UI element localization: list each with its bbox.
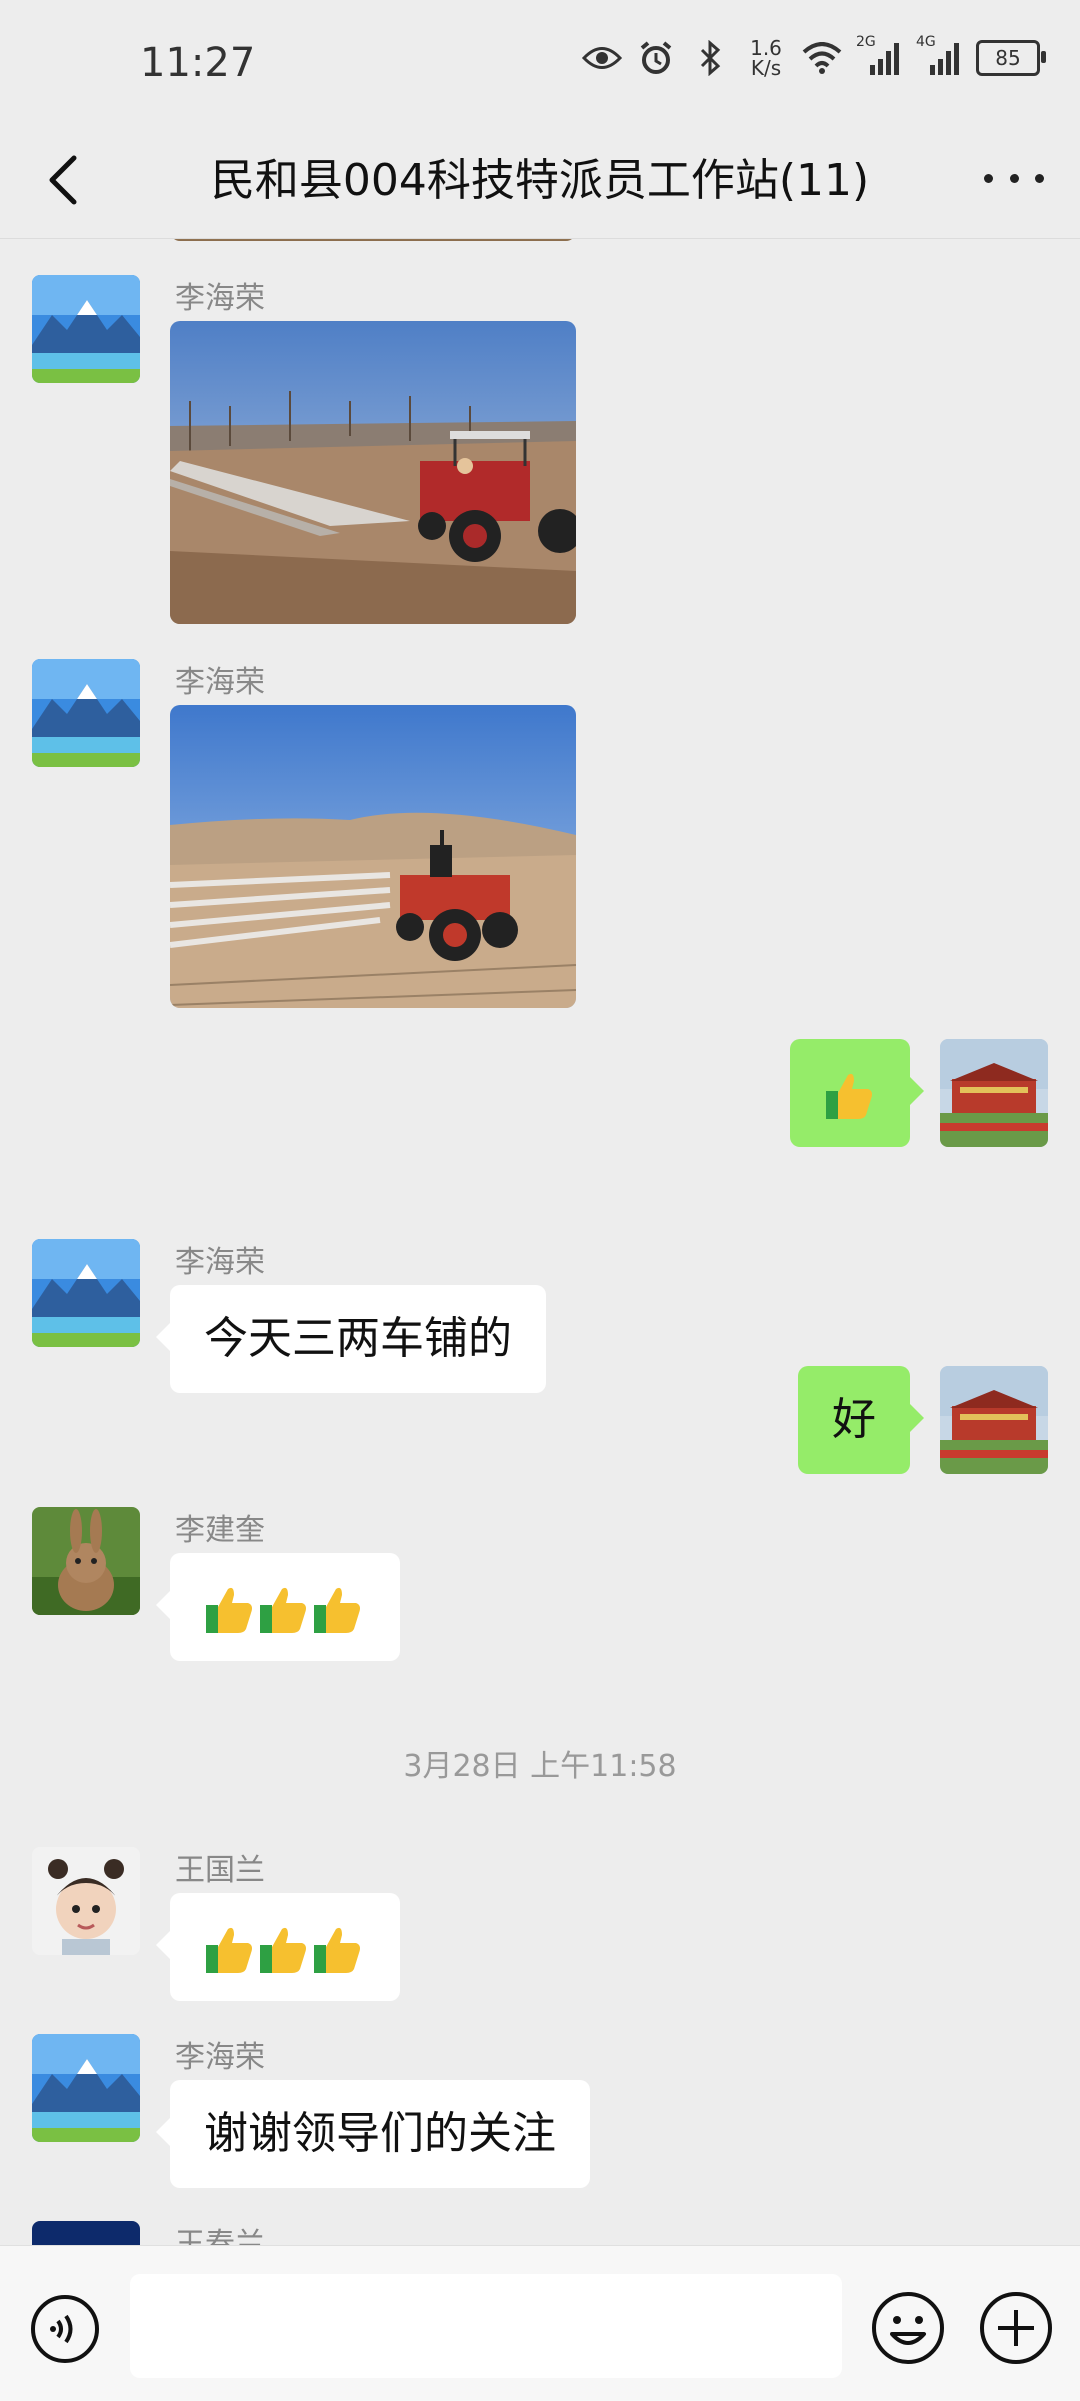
thumbs-up-icon <box>260 1927 306 1973</box>
input-bar <box>0 2245 1080 2401</box>
thumbs-up-icon <box>206 1587 252 1633</box>
text-message[interactable]: 今天三两车铺的 <box>156 1285 546 1393</box>
image-message[interactable] <box>170 705 576 1008</box>
status-time: 11:27 <box>140 40 256 86</box>
message-list[interactable]: 李海荣 李海荣 李海荣 今天三两车铺的 好 李建奎 3月28日 上午11:58 … <box>0 239 1080 2245</box>
sender-name: 李海荣 <box>175 665 265 700</box>
time-divider: 3月28日 上午11:58 <box>403 1749 677 1784</box>
dot-icon <box>1009 173 1019 183</box>
thumbs-up-icon <box>206 1927 252 1973</box>
my-emoji-bubble[interactable] <box>790 1039 924 1147</box>
more-functions-button[interactable] <box>978 2290 1054 2366</box>
plus-icon <box>980 2292 1052 2364</box>
sender-name: 李海荣 <box>175 1245 265 1280</box>
eye-icon <box>582 38 622 78</box>
voice-button[interactable] <box>30 2294 100 2364</box>
avatar-wangchunlan[interactable] <box>32 2221 140 2245</box>
chat-header: 民和县004科技特派员工作站(11) <box>0 130 1080 239</box>
dot-icon <box>1035 173 1044 183</box>
dot-icon <box>984 173 993 183</box>
sender-name: 李建奎 <box>175 1513 265 1548</box>
chevron-left-icon <box>49 155 77 205</box>
sender-name: 王春兰 <box>175 2227 265 2245</box>
more-options-button[interactable] <box>978 148 1050 208</box>
bluetooth-icon <box>690 38 730 78</box>
emoji-message[interactable] <box>156 1893 400 2001</box>
sender-name: 李海荣 <box>175 2040 265 2075</box>
avatar-lihairong[interactable] <box>32 2034 140 2142</box>
avatar-lijiankui[interactable] <box>32 1507 140 1615</box>
tractor-field-photo-1 <box>170 321 576 624</box>
avatar-wangguolan[interactable] <box>32 1847 140 1955</box>
avatar-lihairong[interactable] <box>32 275 140 383</box>
avatar-lihairong[interactable] <box>32 659 140 767</box>
thumbs-up-icon <box>314 1587 360 1633</box>
battery-icon: 85 <box>976 40 1046 76</box>
chat-title: 民和县004科技特派员工作站(11) <box>210 155 870 206</box>
network-speed: 1.6 K/s <box>750 36 782 80</box>
signal-sim1-icon: 2G <box>856 34 902 78</box>
thumbs-up-icon <box>260 1587 306 1633</box>
sender-name: 王国兰 <box>175 1853 265 1888</box>
image-message[interactable] <box>170 321 576 624</box>
avatar-me[interactable] <box>940 1039 1048 1147</box>
thumbs-up-icon <box>314 1927 360 1973</box>
back-button[interactable] <box>36 150 96 210</box>
message-input[interactable] <box>130 2274 842 2378</box>
avatar-lihairong[interactable] <box>32 1239 140 1347</box>
tractor-field-photo-2 <box>170 705 576 1008</box>
emoji-icon <box>872 2292 944 2364</box>
emoji-button[interactable] <box>870 2290 946 2366</box>
signal-sim2-icon: 4G <box>916 34 962 78</box>
sender-name: 李海荣 <box>175 281 265 316</box>
text-message[interactable]: 谢谢领导们的关注 <box>156 2080 590 2188</box>
emoji-message[interactable] <box>156 1553 400 1661</box>
status-icons: 1.6 K/s 2G 4G 85 <box>582 34 1046 80</box>
wifi-icon <box>802 38 842 78</box>
voice-icon <box>31 2295 99 2363</box>
my-text-message[interactable]: 好 <box>798 1366 924 1474</box>
alarm-icon <box>636 38 676 78</box>
thumbs-up-icon <box>826 1073 872 1119</box>
avatar-me[interactable] <box>940 1366 1048 1474</box>
status-bar: 11:27 1.6 K/s 2G 4G 85 <box>0 0 1080 130</box>
previous-photo-edge[interactable] <box>170 239 576 241</box>
